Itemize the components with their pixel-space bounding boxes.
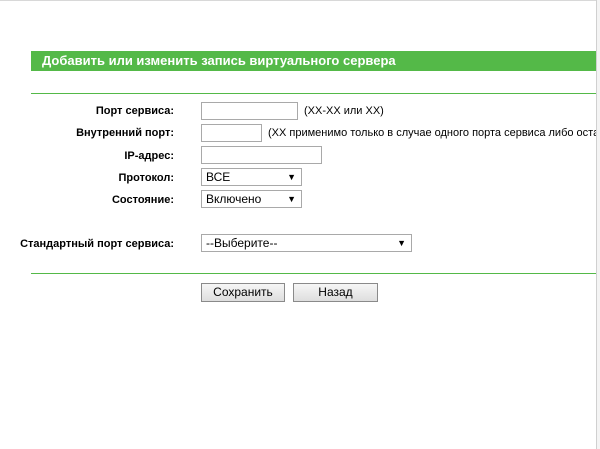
protocol-label: Протокол: — [118, 172, 175, 184]
common-port-label: Стандартный порт сервиса: — [20, 238, 174, 250]
service-port-label: Порт сервиса: — [95, 105, 174, 117]
service-port-hint: (XX-XX или XX) — [304, 105, 384, 117]
scrollbar-edge — [596, 0, 600, 449]
save-button[interactable]: Сохранить — [201, 283, 285, 302]
service-port-input[interactable] — [201, 102, 298, 120]
protocol-selected-value: ВСЕ — [206, 170, 231, 184]
common-port-selected-value: --Выберите-- — [206, 236, 278, 250]
protocol-select[interactable]: ВСЕ ▼ — [201, 168, 302, 186]
back-button[interactable]: Назад — [293, 283, 378, 302]
internal-port-label: Внутренний порт: — [76, 127, 174, 139]
status-label: Состояние: — [111, 194, 174, 206]
ip-address-input[interactable] — [201, 146, 322, 164]
dropdown-arrow-icon: ▼ — [397, 238, 406, 248]
status-selected-value: Включено — [206, 192, 262, 206]
top-border — [0, 0, 600, 1]
ip-address-label: IP-адрес: — [124, 150, 174, 162]
common-port-select[interactable]: --Выберите-- ▼ — [201, 234, 412, 252]
dropdown-arrow-icon: ▼ — [287, 172, 296, 182]
status-select[interactable]: Включено ▼ — [201, 190, 302, 208]
divider-top — [31, 93, 596, 94]
page-title: Добавить или изменить запись виртуальног… — [31, 51, 596, 71]
internal-port-input[interactable] — [201, 124, 262, 142]
internal-port-hint: (XX применимо только в случае одного пор… — [268, 127, 596, 139]
dropdown-arrow-icon: ▼ — [287, 194, 296, 204]
divider-bottom — [31, 273, 596, 274]
